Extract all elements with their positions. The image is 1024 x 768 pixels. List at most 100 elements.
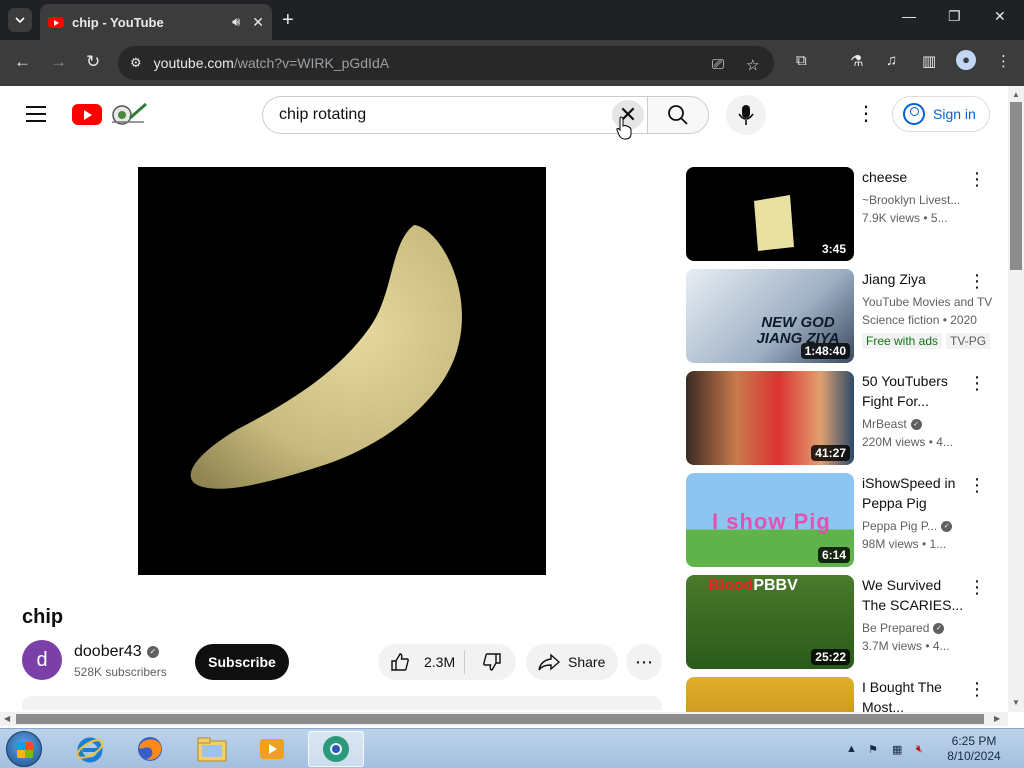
horizontal-scrollbar[interactable]: ◀ ▶ [0, 712, 1008, 726]
action-menu-icon[interactable]: ⋮ [968, 577, 986, 598]
minimize-icon[interactable]: — [902, 8, 916, 24]
recommendation-meta: 98M views • 1... [862, 537, 947, 551]
reload-icon[interactable]: ↻ [86, 52, 100, 72]
start-button[interactable] [6, 731, 42, 767]
side-panel-icon[interactable]: ▥ [922, 52, 936, 70]
scroll-up-icon[interactable]: ▲ [1012, 90, 1020, 99]
firefox-app[interactable] [122, 731, 178, 767]
video-thumbnail[interactable]: 41:27 [686, 371, 854, 465]
video-duration: 1:48:40 [800, 343, 850, 359]
scroll-left-icon[interactable]: ◀ [4, 714, 10, 723]
restore-icon[interactable]: ❐ [948, 8, 961, 25]
recommendation-badges: Free with ads TV-PG [862, 333, 994, 349]
recommendation-title[interactable]: Jiang Ziya [862, 269, 964, 289]
extensions-icon[interactable]: ⧉ [796, 52, 807, 69]
channel-avatar[interactable]: d [22, 640, 62, 680]
video-thumbnail[interactable]: BloodPBBV 25:22 [686, 575, 854, 669]
recommendation-item[interactable]: 41:27 50 YouTubers Fight For... MrBeast ✓… [686, 371, 1006, 465]
close-tab-icon[interactable]: ✕ [252, 14, 264, 31]
chrome-icon [323, 736, 349, 762]
install-app-icon[interactable]: ⎚ [712, 56, 724, 73]
vertical-scrollbar[interactable]: ▲ ▼ [1008, 86, 1024, 712]
show-hidden-icons-icon[interactable]: ▲ [846, 743, 857, 755]
recommendation-channel[interactable]: Peppa Pig P... ✓ [862, 519, 953, 533]
share-label: Share [568, 654, 606, 670]
profile-avatar-icon[interactable]: ● [956, 50, 976, 70]
clock-time: 6:25 PM [951, 734, 997, 748]
browser-tab[interactable]: chip - YouTube 🔊︎ ✕ [40, 4, 272, 40]
action-menu-icon[interactable]: ⋮ [968, 271, 986, 292]
video-thumbnail[interactable]: NEW GOD JIANG ZIYA 1:48:40 [686, 269, 854, 363]
voice-search-button[interactable] [726, 95, 766, 135]
internet-explorer-icon [76, 737, 104, 763]
thumbnail-caption: BloodPBBV [708, 577, 798, 594]
action-menu-icon[interactable]: ⋮ [968, 169, 986, 190]
recommendation-item[interactable]: I show Pig 6:14 iShowSpeed in Peppa Pig … [686, 473, 1006, 567]
scroll-right-icon[interactable]: ▶ [994, 714, 1000, 723]
internet-explorer-app[interactable] [62, 731, 118, 767]
recommendation-title[interactable]: We Survived The SCARIES... [862, 575, 964, 615]
like-button[interactable]: 2.3M [378, 644, 464, 680]
browser-menu-icon[interactable]: ⋮ [996, 52, 1011, 70]
site-info-icon[interactable]: ⚙ [130, 55, 142, 71]
bookmark-star-icon[interactable]: ☆ [746, 56, 759, 74]
recommendation-channel[interactable]: MrBeast ✓ [862, 417, 922, 431]
chrome-app[interactable] [308, 731, 364, 767]
speaker-icon[interactable]: 🔊︎ [232, 14, 240, 30]
recommendation-item[interactable]: BloodPBBV 25:22 We Survived The SCARIES.… [686, 575, 1006, 669]
system-clock[interactable]: 6:25 PM 8/10/2024 [936, 734, 1012, 764]
sign-in-button[interactable]: Sign in [892, 96, 990, 132]
recommendation-title[interactable]: I Bought The Most... [862, 677, 964, 712]
video-thumbnail[interactable] [686, 677, 854, 712]
hamburger-menu-icon[interactable] [26, 106, 46, 122]
dislike-button[interactable] [472, 644, 512, 680]
recommendation-channel[interactable]: YouTube Movies and TV [862, 295, 992, 309]
recommendation-item[interactable]: I Bought The Most... ⋮ [686, 677, 1006, 712]
media-player-app[interactable] [244, 731, 300, 767]
scrollbar-thumb[interactable] [16, 714, 984, 724]
search-input[interactable]: chip rotating [262, 96, 648, 134]
recommendation-title[interactable]: cheese [862, 167, 964, 187]
file-explorer-app[interactable] [184, 731, 240, 767]
youtube-logo-icon[interactable] [72, 104, 102, 125]
forward-icon[interactable]: → [50, 52, 67, 72]
browser-tab-strip: chip - YouTube 🔊︎ ✕ + — ❐ ✕ [0, 0, 1024, 40]
more-actions-button[interactable]: ⋯ [626, 644, 662, 680]
chevron-down-icon [15, 17, 25, 23]
back-icon[interactable]: ← [14, 52, 31, 72]
volume-muted-icon[interactable]: 🔇︎ [916, 743, 923, 756]
scrollbar-thumb[interactable] [1010, 102, 1022, 270]
scroll-down-icon[interactable]: ▼ [1012, 698, 1020, 707]
doodle-logo-icon[interactable] [106, 100, 150, 126]
labs-flask-icon[interactable]: ⚗ [850, 52, 863, 70]
video-player[interactable] [138, 167, 546, 575]
new-tab-button[interactable]: + [282, 8, 294, 32]
tab-title: chip - YouTube [72, 14, 164, 30]
description-box[interactable] [22, 696, 662, 710]
media-controls-icon[interactable]: ♫ [886, 52, 897, 69]
video-thumbnail[interactable]: I show Pig 6:14 [686, 473, 854, 567]
recommendation-title[interactable]: 50 YouTubers Fight For... [862, 371, 964, 411]
address-bar[interactable]: ⚙ youtube.com/watch?v=WIRK_pGdIdA ⎚ ☆ [118, 46, 774, 80]
recommendation-item[interactable]: NEW GOD JIANG ZIYA 1:48:40 Jiang Ziya You… [686, 269, 1006, 363]
video-thumbnail[interactable]: 3:45 [686, 167, 854, 261]
action-center-flag-icon[interactable]: ⚑ [868, 743, 878, 756]
recommendation-meta: 220M views • 4... [862, 435, 953, 449]
share-button[interactable]: Share [526, 644, 618, 680]
action-menu-icon[interactable]: ⋮ [968, 679, 986, 700]
subscribe-button[interactable]: Subscribe [195, 644, 289, 680]
close-window-icon[interactable]: ✕ [994, 8, 1006, 25]
recommendation-channel[interactable]: Be Prepared ✓ [862, 621, 945, 635]
browser-toolbar: ← → ↻ ⚙ youtube.com/watch?v=WIRK_pGdIdA … [0, 40, 1024, 86]
channel-name[interactable]: doober43 [74, 643, 142, 661]
recommendation-item[interactable]: 3:45 cheese ~Brooklyn Livest... 7.9K vie… [686, 167, 1006, 261]
network-icon[interactable]: ▦ [892, 743, 902, 756]
verified-check-icon: ✓ [910, 419, 922, 431]
settings-more-icon[interactable]: ⋮ [856, 104, 876, 124]
action-menu-icon[interactable]: ⋮ [968, 373, 986, 394]
tab-search-button[interactable] [8, 8, 32, 32]
search-button[interactable] [647, 96, 709, 134]
action-menu-icon[interactable]: ⋮ [968, 475, 986, 496]
recommendation-channel[interactable]: ~Brooklyn Livest... [862, 193, 960, 207]
recommendation-title[interactable]: iShowSpeed in Peppa Pig [862, 473, 964, 513]
